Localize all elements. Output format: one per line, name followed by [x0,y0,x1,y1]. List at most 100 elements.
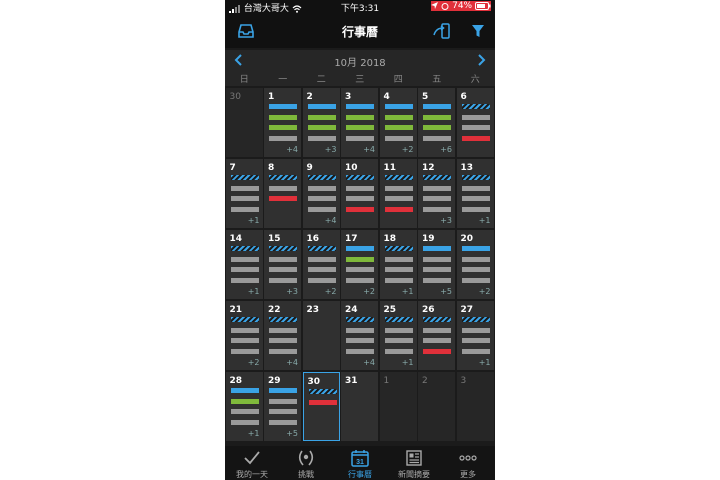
tab-label: 我的一天 [236,470,268,479]
event-bar [384,104,413,109]
event-bar [423,196,451,201]
calendar-day-today[interactable]: 30 [302,372,340,441]
calendar-day[interactable]: 16 +2 [302,230,340,299]
calendar-day[interactable]: 31 [341,372,378,441]
event-bar [346,125,374,130]
calendar-day[interactable]: 9 +4 [302,159,340,228]
event-bar [423,206,451,212]
event-bar [308,399,337,405]
calendar-day[interactable]: 24 +4 [341,301,378,370]
event-bar [307,277,336,283]
tab-newsfeed[interactable]: 新聞摘要 [387,446,441,480]
event-bar [384,246,413,251]
filter-icon[interactable] [469,23,487,39]
more-events-count: +4 [324,216,337,225]
calendar-day[interactable]: 4 +2 [379,88,417,157]
month-header: 10月 2018 [225,50,495,70]
calendar-day[interactable]: 30 [225,88,263,157]
chevron-right-icon[interactable] [475,53,487,67]
calendar-day[interactable]: 2 [418,372,455,441]
alarm-icon [441,2,449,10]
calendar-day[interactable]: 21 +2 [225,301,263,370]
event-bar [230,398,259,404]
calendar-day[interactable]: 20 +2 [456,230,494,299]
tab-challenges[interactable]: 挑戰 [279,446,333,480]
calendar-day[interactable]: 5 +6 [418,88,455,157]
day-number: 16 [306,234,320,244]
day-number: 15 [268,234,281,244]
calendar-day[interactable]: 1 [379,372,417,441]
event-bar [346,327,374,333]
event-bar [384,196,413,201]
event-bar [423,256,451,262]
event-bar [423,135,451,141]
calendar-day[interactable]: 2 +3 [302,88,340,157]
day-number: 8 [268,163,275,173]
calendar-day[interactable]: 29 +5 [264,372,301,441]
more-events-count: +3 [286,287,298,296]
event-bar [269,175,297,180]
calendar-day[interactable]: 13 +1 [456,159,494,228]
page-title: 行事曆 [341,25,378,39]
day-number: 24 [345,305,358,315]
weekday-row: 日一二三四五六 [225,70,495,86]
tab-my-day[interactable]: 我的一天 [225,446,279,480]
calendar-day[interactable]: 15 +3 [264,230,301,299]
calendar-day[interactable]: 12 +3 [418,159,455,228]
event-bar [269,277,297,283]
status-right: 74% [431,1,491,11]
event-bar [307,206,336,212]
calendar-day[interactable]: 22 +4 [264,301,301,370]
calendar-day[interactable]: 10 [341,159,378,228]
event-bar [230,206,259,212]
event-bar [384,348,413,354]
day-number: 31 [345,376,358,386]
calendar-day[interactable]: 8 [264,159,301,228]
day-number: 1 [268,92,275,102]
calendar-day[interactable]: 19 +5 [418,230,455,299]
battery-icon [475,1,491,10]
tab-calendar[interactable]: 31 行事曆 [333,446,387,480]
calendar-day[interactable]: 25 +1 [379,301,417,370]
calendar-day[interactable]: 23 [302,301,340,370]
calendar-day[interactable]: 6 [456,88,494,157]
event-bar [230,175,259,180]
event-bar [461,206,490,212]
event-bar [307,175,336,180]
calendar-day[interactable]: 11 [379,159,417,228]
calendar-day[interactable]: 1 +4 [264,88,301,157]
day-number: 5 [422,92,429,102]
weekday-label: 日 [239,75,249,85]
calendar-day[interactable]: 17 +2 [341,230,378,299]
event-bar [384,338,413,343]
more-events-count: +1 [478,358,491,367]
event-bar [230,196,259,201]
sync-device-icon[interactable] [433,23,451,39]
more-events-count: +1 [401,358,414,367]
calendar-day[interactable]: 3 +4 [341,88,378,157]
day-number: 2 [306,92,313,102]
calendar-day[interactable]: 18 +1 [379,230,417,299]
calendar-day[interactable]: 7 +1 [225,159,263,228]
status-bar: 台灣大哥大 下午3:31 74% [225,0,495,14]
event-bar [384,327,413,333]
event-bar [423,267,451,272]
tab-more[interactable]: 更多 [441,446,495,480]
event-bar [423,327,451,333]
tab-label: 新聞摘要 [398,470,430,479]
event-bar [307,256,336,262]
calendar-day[interactable]: 14 +1 [225,230,263,299]
event-bar [269,135,297,141]
event-bar [346,246,374,251]
day-number: 1 [383,376,390,386]
calendar-grid: 30 1 +4 2 +3 3 +4 4 +2 5 +6 6 7 +1 8 9 +4 10 11 12 +3 13 +1 14 +… [225,88,495,444]
event-bar [230,338,259,343]
calendar-day[interactable]: 26 [418,301,455,370]
calendar-day[interactable]: 3 [456,372,494,441]
calendar-day[interactable]: 27 +1 [456,301,494,370]
more-events-count: +1 [401,287,414,296]
event-bar [269,185,297,191]
calendar-day[interactable]: 28 +1 [225,372,263,441]
event-bar [461,175,490,180]
event-bar [307,104,336,109]
